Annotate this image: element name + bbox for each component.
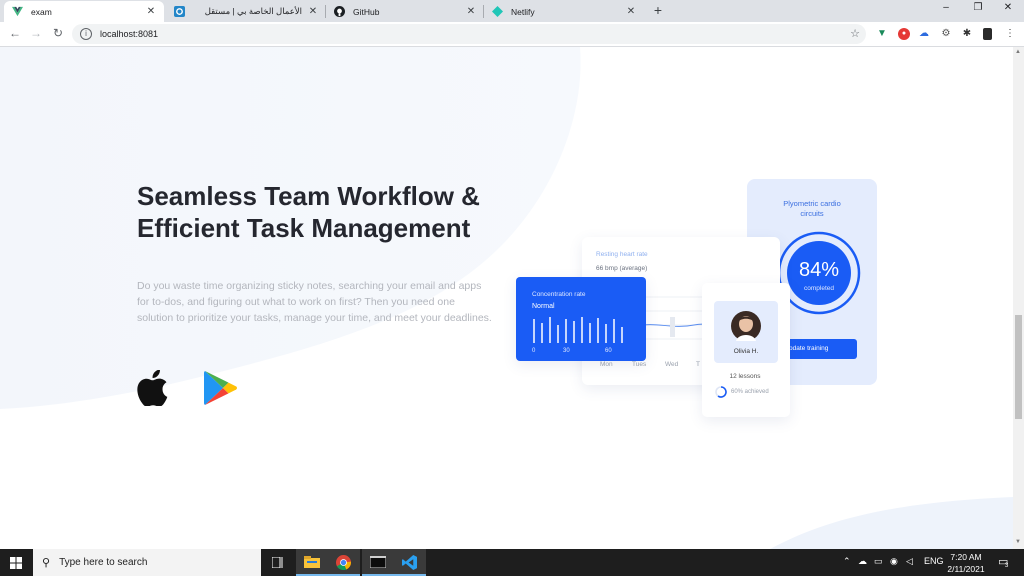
close-window-button[interactable]: ✕ — [998, 2, 1018, 13]
folder-icon — [304, 556, 320, 568]
clock-date[interactable]: 2/11/2021 — [944, 564, 988, 574]
hero-description: Do you waste time organizing sticky note… — [137, 280, 492, 324]
concentration-bars — [533, 317, 623, 343]
concentration-tick: 0 — [532, 348, 536, 354]
volume-icon[interactable]: ◁ — [906, 556, 913, 567]
extension-icon[interactable]: ☁ — [918, 28, 930, 40]
task-view-button[interactable] — [262, 549, 294, 576]
extensions-puzzle-icon[interactable]: ✱ — [961, 28, 973, 40]
browser-tab-strip: exam ✕ الأعمال الخاصة بي | مستقل ✕ GitHu… — [0, 0, 1024, 22]
close-tab-icon[interactable]: ✕ — [464, 6, 478, 17]
profile-icon[interactable] — [983, 28, 992, 40]
url-text: localhost:8081 — [100, 29, 159, 39]
terminal-icon — [370, 556, 386, 568]
profile-card: Olivia H. 12 lessons 60% achieved — [702, 283, 790, 417]
terminal-button[interactable] — [362, 549, 394, 576]
page-scrollbar[interactable]: ▲ ▼ — [1013, 47, 1024, 549]
adblock-icon[interactable]: ● — [898, 28, 910, 40]
scroll-down-icon[interactable]: ▼ — [1015, 539, 1021, 545]
day-label: Mon — [600, 361, 613, 368]
close-tab-icon[interactable]: ✕ — [306, 6, 320, 17]
search-icon: ⚲ — [42, 557, 51, 569]
day-label: Tues — [632, 361, 647, 368]
profile-lessons: 12 lessons — [729, 373, 761, 380]
concentration-tick: 30 — [563, 348, 570, 354]
language-indicator[interactable]: ENG — [924, 556, 944, 566]
netlify-icon — [492, 6, 503, 17]
tab-title: exam — [31, 6, 52, 17]
tab-title: Netlify — [511, 6, 535, 17]
menu-kebab-icon[interactable]: ⋮ — [1004, 28, 1016, 40]
profile-achieved: 60% achieved — [731, 389, 769, 395]
scrollbar-thumb[interactable] — [1015, 315, 1022, 419]
windows-start-icon[interactable] — [10, 557, 22, 569]
tab-mostaql[interactable]: الأعمال الخاصة بي | مستقل ✕ — [166, 1, 326, 22]
heart-rate-title: Resting heart rate — [596, 251, 648, 258]
progress-card-title-line: circuits — [800, 209, 824, 218]
concentration-card: Concentration rate Normal 0 30 60 — [516, 277, 646, 361]
apple-icon[interactable] — [136, 370, 168, 406]
close-tab-icon[interactable]: ✕ — [144, 6, 158, 17]
taskbar-search-box[interactable]: ⚲ Type here to search — [33, 549, 261, 576]
file-explorer-button[interactable] — [296, 549, 328, 576]
page-viewport: Seamless Team Workflow & Efficient Task … — [0, 47, 1013, 549]
achieved-progress-ring — [715, 386, 727, 398]
concentration-title: Concentration rate — [532, 291, 586, 298]
day-label: T — [696, 361, 700, 368]
extension-icon[interactable]: ⚙ — [940, 28, 952, 40]
restore-button[interactable]: ❐ — [968, 2, 988, 13]
tab-github[interactable]: GitHub ✕ — [326, 1, 484, 22]
hero-title-line: Seamless Team Workflow & — [137, 181, 480, 211]
tab-netlify[interactable]: Netlify ✕ — [484, 1, 644, 22]
hero-title-line: Efficient Task Management — [137, 213, 471, 243]
profile-name: Olivia H. — [733, 348, 759, 355]
tab-exam[interactable]: exam ✕ — [4, 1, 164, 22]
progress-card-title: Plyometric cardio circuits — [747, 199, 877, 219]
close-tab-icon[interactable]: ✕ — [624, 6, 638, 17]
clock-time[interactable]: 7:20 AM — [948, 552, 984, 562]
cloud-icon[interactable]: ☁ — [858, 556, 867, 567]
notification-count: 3 — [1005, 563, 1009, 569]
progress-percent: 84% — [798, 259, 840, 281]
github-icon — [334, 6, 345, 17]
scroll-up-icon[interactable]: ▲ — [1015, 49, 1021, 55]
progress-card-title-line: Plyometric cardio — [783, 199, 841, 208]
update-training-label: pdate training — [789, 345, 829, 352]
reload-icon[interactable]: ↻ — [50, 26, 66, 40]
chrome-button[interactable] — [328, 549, 360, 576]
concentration-tick: 60 — [605, 348, 612, 354]
google-play-icon[interactable] — [204, 370, 238, 406]
tab-title: الأعمال الخاصة بي | مستقل — [204, 6, 302, 16]
vscode-icon — [402, 555, 417, 570]
hero-title: Seamless Team Workflow & Efficient Task … — [137, 180, 517, 244]
mostaql-icon — [174, 6, 185, 17]
vscode-button[interactable] — [394, 549, 426, 576]
minimize-button[interactable]: – — [936, 2, 956, 13]
heart-rate-value: 66 bmp (average) — [596, 265, 648, 272]
bookmark-star-icon[interactable]: ☆ — [850, 27, 860, 40]
forward-icon[interactable]: → — [28, 26, 44, 40]
browser-toolbar: ← → ↻ i localhost:8081 ☆ ▼ ● ☁ ⚙ ✱ ⋮ — [0, 22, 1024, 47]
avatar — [731, 311, 761, 341]
update-training-button[interactable]: pdate training — [783, 339, 857, 359]
tab-title: GitHub — [353, 6, 380, 17]
concentration-level: Normal — [532, 303, 555, 310]
tray-overflow-icon[interactable]: ⌃ — [843, 556, 851, 567]
windows-taskbar: ⚲ Type here to search ⌃ ☁ ▭ ◉ ◁ ENG 7:20… — [0, 549, 1024, 576]
vue-icon — [12, 6, 23, 17]
network-icon[interactable]: ◉ — [890, 556, 898, 567]
search-placeholder: Type here to search — [59, 557, 148, 568]
vue-devtools-icon[interactable]: ▼ — [876, 28, 888, 40]
back-icon[interactable]: ← — [7, 26, 23, 40]
task-view-icon — [272, 557, 283, 568]
site-info-icon[interactable]: i — [80, 28, 92, 40]
battery-icon[interactable]: ▭ — [874, 556, 883, 567]
new-tab-button[interactable]: + — [650, 2, 666, 18]
day-label: Wed — [665, 361, 679, 368]
address-bar[interactable]: i localhost:8081 ☆ — [72, 24, 866, 44]
chrome-icon — [336, 555, 351, 570]
